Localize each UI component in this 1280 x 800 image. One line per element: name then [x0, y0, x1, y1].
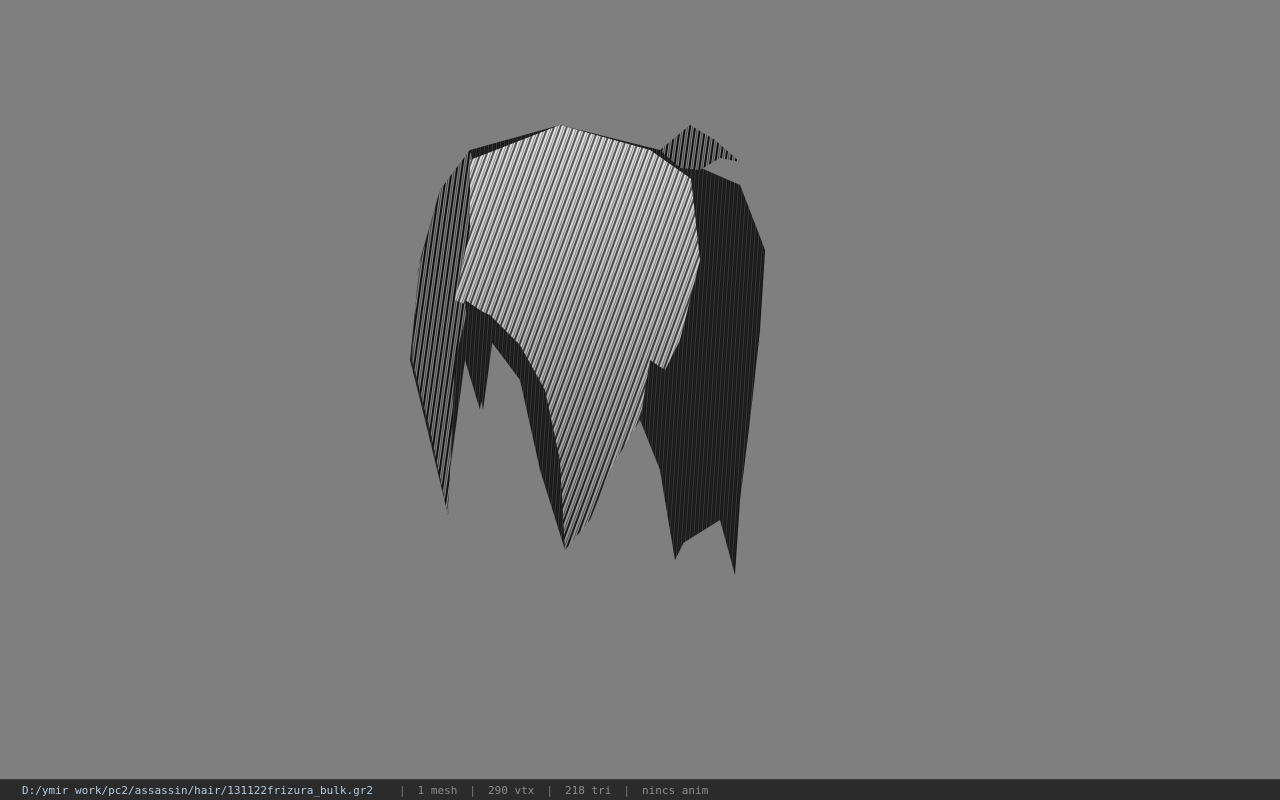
- status-separator: |: [623, 783, 630, 797]
- vertex-count-label: 290 vtx: [488, 783, 535, 797]
- status-bar: D:/ymir work/pc2/assassin/hair/131122fri…: [0, 779, 1280, 800]
- triangle-count-label: 218 tri: [564, 783, 612, 797]
- 3d-viewport[interactable]: [0, 0, 1280, 779]
- status-separator: |: [469, 783, 476, 797]
- animation-status-label: nincs anim: [641, 783, 709, 797]
- status-separator: |: [546, 783, 553, 797]
- status-separator: |: [399, 783, 406, 797]
- hair-model: [410, 125, 765, 575]
- mesh-count-label: 1 mesh: [417, 783, 458, 797]
- file-path-label: D:/ymir work/pc2/assassin/hair/131122fri…: [22, 783, 373, 797]
